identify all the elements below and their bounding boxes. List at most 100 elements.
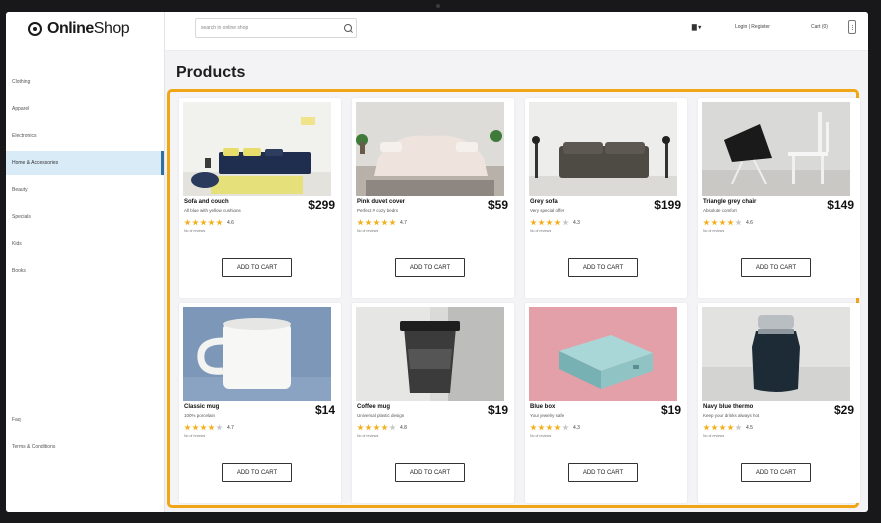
add-to-cart-button[interactable]: ADD TO CART xyxy=(395,258,465,277)
add-to-cart-button[interactable]: ADD TO CART xyxy=(741,258,811,277)
product-name: Navy blue thermo xyxy=(703,404,754,410)
star-rating: 4.5 xyxy=(703,424,753,431)
add-to-cart-button[interactable]: ADD TO CART xyxy=(568,463,638,482)
add-to-cart-button[interactable]: ADD TO CART xyxy=(222,258,292,277)
star-icon xyxy=(719,424,726,431)
product-subtitle: Keep your drinks always hot xyxy=(703,413,760,418)
product-name: Classic mug xyxy=(184,404,220,410)
sidebar-item-terms[interactable]: Terms & Conditions xyxy=(6,435,164,459)
search-placeholder: search in online shop xyxy=(201,25,249,31)
star-icon xyxy=(184,219,191,226)
rating-value: 4.7 xyxy=(227,424,234,431)
star-icon xyxy=(357,219,364,226)
product-name: Sofa and couch xyxy=(184,199,229,205)
sidebar-item-kids[interactable]: Kids xyxy=(6,232,164,256)
sidebar-item-electronics[interactable]: Electronics xyxy=(6,124,164,148)
add-to-cart-button[interactable]: ADD TO CART xyxy=(741,463,811,482)
thermo-photo xyxy=(702,307,850,401)
app-window: OnlineShop Clothing Apparel Electronics … xyxy=(6,12,868,512)
star-icon xyxy=(727,219,734,226)
sidebar-item-clothing[interactable]: Clothing xyxy=(6,70,164,94)
product-card-blue-box[interactable]: Blue box Your jewelry safe $19 4.3 No of… xyxy=(525,303,687,503)
review-count[interactable]: No of reviews xyxy=(357,229,378,233)
star-icon xyxy=(530,219,537,226)
review-count[interactable]: No of reviews xyxy=(357,434,378,438)
sidebar-item-apparel[interactable]: Apparel xyxy=(6,97,164,121)
product-name: Triangle grey chair xyxy=(703,199,757,205)
star-icon xyxy=(703,219,710,226)
sidebar-item-specials[interactable]: Specials xyxy=(6,205,164,229)
product-subtitle: Universal plastic design xyxy=(357,413,405,418)
add-to-cart-button[interactable]: ADD TO CART xyxy=(222,463,292,482)
star-icon xyxy=(373,424,380,431)
star-icon xyxy=(373,219,380,226)
add-to-cart-button[interactable]: ADD TO CART xyxy=(568,258,638,277)
rating-value: 4.8 xyxy=(400,424,407,431)
search-icon[interactable] xyxy=(344,24,352,32)
star-icon xyxy=(538,424,545,431)
sidebar-item-label: Specials xyxy=(12,214,31,220)
rating-value: 4.3 xyxy=(573,219,580,226)
star-icon xyxy=(365,219,372,226)
star-rating: 4.3 xyxy=(530,219,580,226)
top-bar: search in online shop ▇ ▾ Login | Regist… xyxy=(165,12,868,51)
star-rating: 4.6 xyxy=(184,219,234,226)
sidebar-item-label: Home & Accessories xyxy=(12,160,59,166)
star-empty-icon xyxy=(389,424,396,431)
add-to-cart-button[interactable]: ADD TO CART xyxy=(395,463,465,482)
star-rating: 4.7 xyxy=(184,424,234,431)
product-price: $199 xyxy=(654,198,681,212)
product-name: Grey sofa xyxy=(530,199,558,205)
product-price: $19 xyxy=(660,403,681,417)
rating-value: 4.3 xyxy=(573,424,580,431)
more-options-icon[interactable] xyxy=(848,20,856,34)
star-rating: 4.7 xyxy=(357,219,407,226)
product-price: $299 xyxy=(308,198,335,212)
logo-icon xyxy=(28,22,42,36)
product-subtitle: 100% porcelain xyxy=(184,413,216,418)
search-input[interactable]: search in online shop xyxy=(195,18,357,38)
star-icon xyxy=(365,424,372,431)
star-icon xyxy=(554,219,561,226)
logo-text: OnlineShop xyxy=(47,20,130,38)
sidebar-item-home-accessories[interactable]: Home & Accessories xyxy=(6,151,164,175)
pink-bed-photo xyxy=(356,102,504,196)
rating-value: 4.7 xyxy=(400,219,407,226)
product-grid: Sofa and couch All blue with yellow cush… xyxy=(167,89,860,508)
product-price: $59 xyxy=(487,198,508,212)
logo[interactable]: OnlineShop xyxy=(28,18,130,40)
review-count[interactable]: No of reviews xyxy=(530,229,551,233)
sidebar: OnlineShop Clothing Apparel Electronics … xyxy=(6,12,165,512)
cart-link[interactable]: Cart (0) xyxy=(811,24,828,30)
sidebar-item-faq[interactable]: Faq xyxy=(6,408,164,432)
review-count[interactable]: No of reviews xyxy=(703,434,724,438)
coffee-cup-photo xyxy=(356,307,504,401)
star-icon xyxy=(381,219,388,226)
sidebar-item-label: Faq xyxy=(12,417,21,423)
product-price: $19 xyxy=(487,403,508,417)
review-count[interactable]: No of reviews xyxy=(184,434,205,438)
sidebar-item-beauty[interactable]: Beauty xyxy=(6,178,164,202)
review-count[interactable]: No of reviews xyxy=(703,229,724,233)
product-card-sofa[interactable]: Sofa and couch All blue with yellow cush… xyxy=(179,98,341,298)
product-card-classic-mug[interactable]: Classic mug 100% porcelain $14 4.7 No of… xyxy=(179,303,341,503)
language-selector[interactable]: ▇ ▾ xyxy=(692,24,701,31)
laptop-bezel: OnlineShop Clothing Apparel Electronics … xyxy=(0,0,881,523)
product-card-duvet[interactable]: Pink duvet cover Perfect # cozy bedrs $5… xyxy=(352,98,514,298)
account-link[interactable]: Login | Register xyxy=(735,24,770,30)
product-card-chair[interactable]: Triangle grey chair Absolute comfort $14… xyxy=(698,98,860,298)
product-card-thermo[interactable]: Navy blue thermo Keep your drinks always… xyxy=(698,303,860,503)
star-rating: 4.8 xyxy=(357,424,407,431)
product-card-coffee-mug[interactable]: Coffee mug Universal plastic design $19 … xyxy=(352,303,514,503)
star-icon xyxy=(381,424,388,431)
product-card-grey-sofa[interactable]: Grey sofa Very special offer $199 4.3 No… xyxy=(525,98,687,298)
review-count[interactable]: No of reviews xyxy=(530,434,551,438)
sidebar-item-books[interactable]: Books xyxy=(6,259,164,283)
star-empty-icon xyxy=(735,424,742,431)
star-icon xyxy=(208,424,215,431)
product-subtitle: Perfect # cozy bedrs xyxy=(357,208,399,213)
star-empty-icon xyxy=(562,424,569,431)
review-count[interactable]: No of reviews xyxy=(184,229,205,233)
star-icon xyxy=(200,219,207,226)
star-icon xyxy=(703,424,710,431)
